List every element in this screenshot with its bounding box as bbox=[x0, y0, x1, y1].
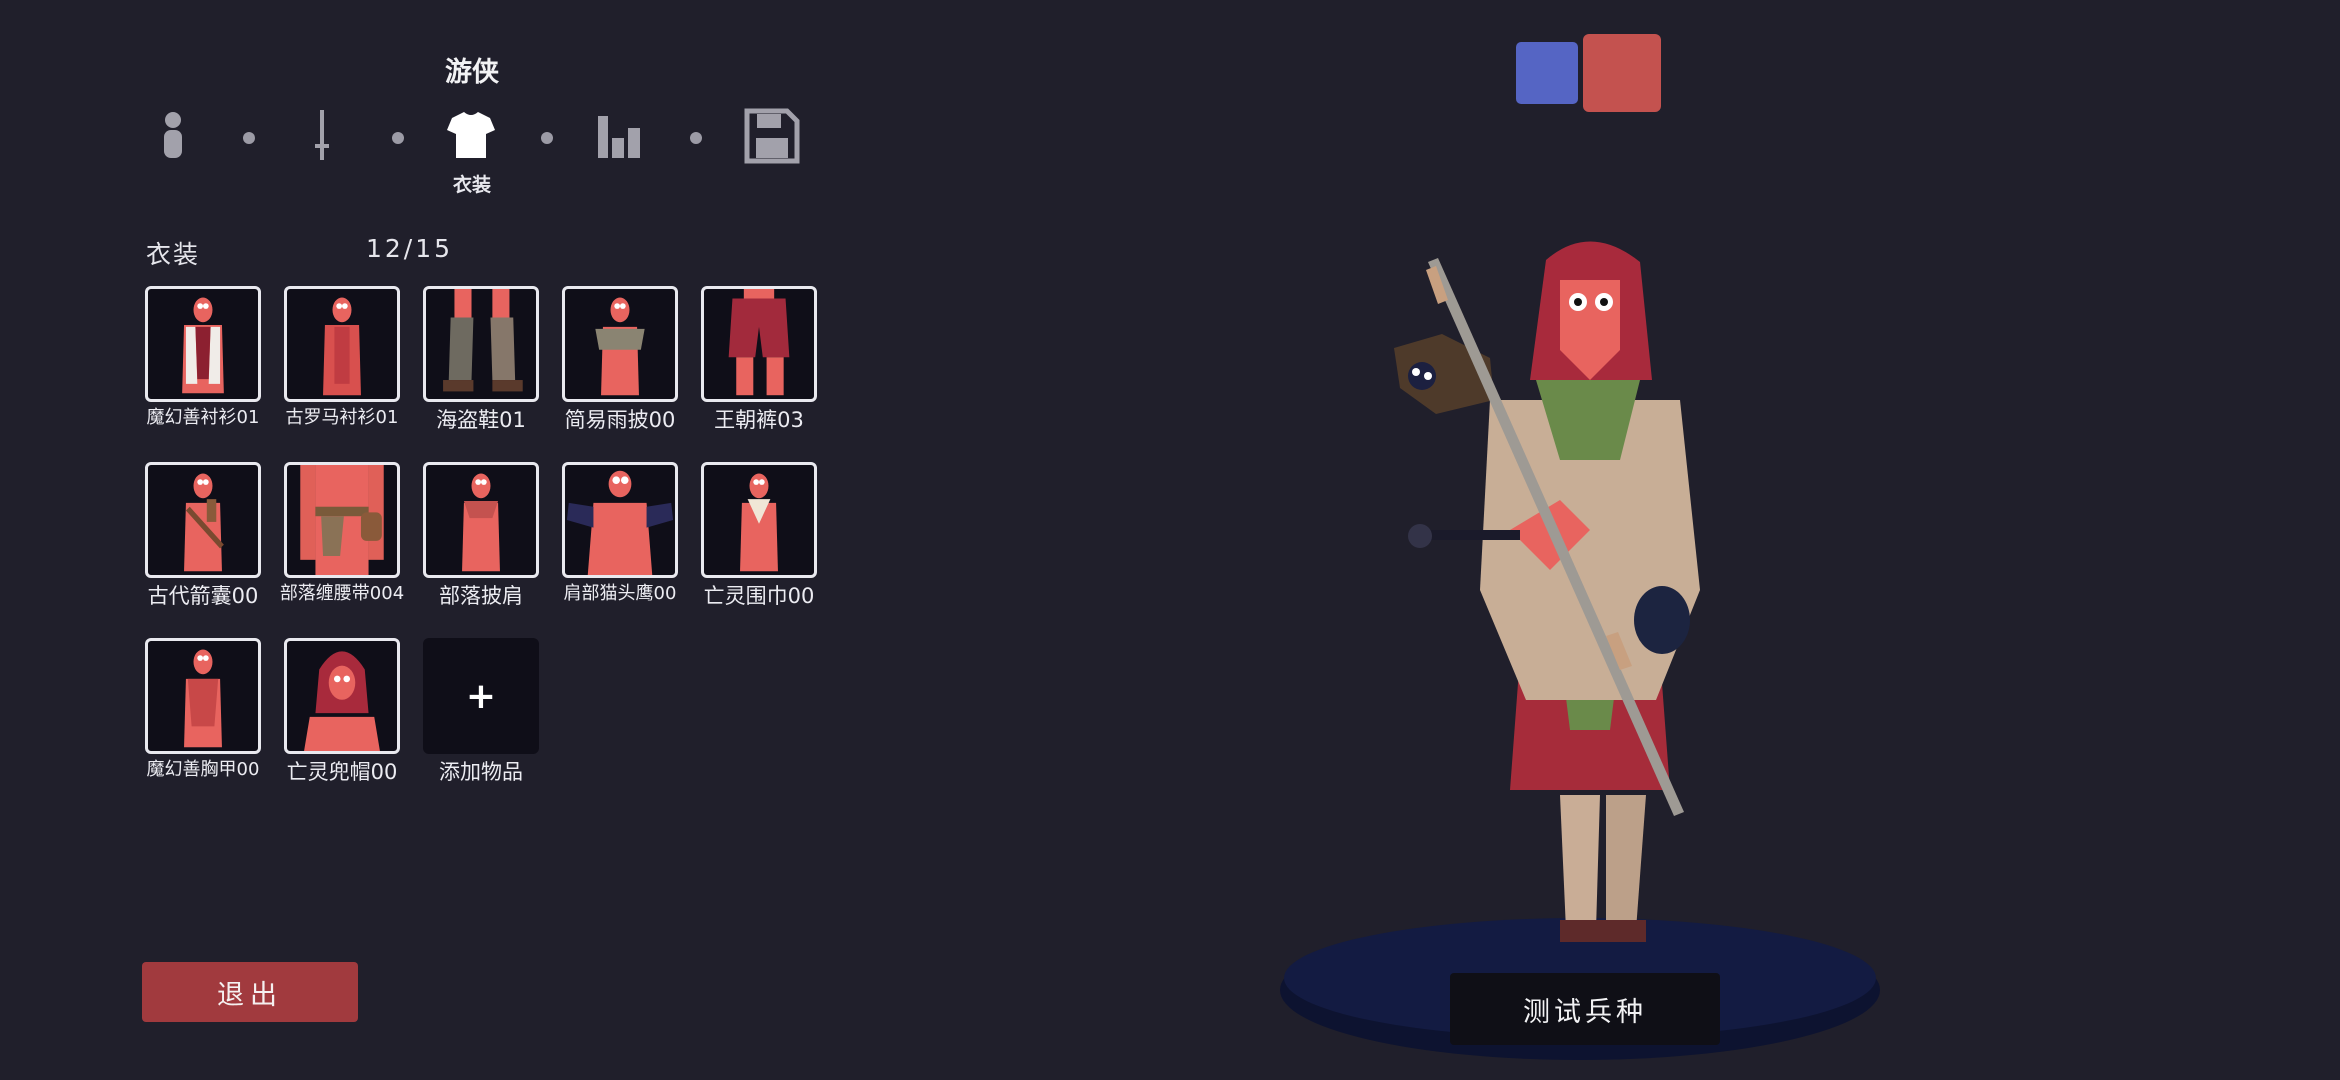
outfit-item[interactable]: 部落披肩 bbox=[423, 462, 539, 608]
item-thumbnail bbox=[145, 462, 261, 578]
outfit-item[interactable]: 古罗马衬衫01 bbox=[284, 286, 400, 429]
item-thumbnail bbox=[284, 462, 400, 578]
team-blue-swatch[interactable] bbox=[1516, 42, 1578, 104]
team-red-swatch[interactable] bbox=[1583, 34, 1661, 112]
item-label: 肩部猫头鹰00 bbox=[563, 583, 677, 604]
step-label-outfit: 衣装 bbox=[452, 174, 491, 196]
shirt-icon[interactable] bbox=[444, 108, 500, 164]
exit-button[interactable]: 退出 bbox=[142, 962, 358, 1022]
item-label: 海盗鞋01 bbox=[436, 408, 526, 432]
outfit-item[interactable]: 亡灵兜帽00 bbox=[284, 638, 400, 784]
outfit-item[interactable]: 简易雨披00 bbox=[562, 286, 678, 432]
unit-name-title: 游侠 bbox=[445, 57, 499, 88]
plus-icon[interactable]: + bbox=[423, 638, 539, 754]
item-thumbnail bbox=[145, 638, 261, 754]
unit-preview bbox=[1260, 230, 1900, 1080]
item-label: 古罗马衬衫01 bbox=[285, 407, 399, 428]
item-thumbnail bbox=[562, 462, 678, 578]
item-label: 魔幻善衬衫01 bbox=[146, 407, 260, 428]
item-thumbnail bbox=[145, 286, 261, 402]
outfit-item[interactable]: 亡灵围巾00 bbox=[701, 462, 817, 608]
item-label: 亡灵兜帽00 bbox=[286, 760, 398, 784]
add-item-label: 添加物品 bbox=[439, 760, 523, 784]
outfit-item[interactable]: 王朝裤03 bbox=[701, 286, 817, 432]
outfit-item[interactable]: 魔幻善衬衫01 bbox=[145, 286, 261, 429]
item-label: 亡灵围巾00 bbox=[703, 584, 815, 608]
item-thumbnail bbox=[562, 286, 678, 402]
unit-creator-screen: 游侠 衣装 衣装 12/15 魔幻善衬衫01 古罗马衬衫01 海盗鞋01 简易雨… bbox=[0, 0, 2340, 1080]
outfit-item[interactable]: 海盗鞋01 bbox=[423, 286, 539, 432]
item-count: 12/15 bbox=[366, 234, 454, 263]
test-unit-button[interactable]: 测试兵种 bbox=[1450, 973, 1720, 1045]
person-icon[interactable] bbox=[150, 108, 206, 164]
item-label: 王朝裤03 bbox=[714, 408, 804, 432]
sword-icon[interactable] bbox=[298, 108, 354, 164]
editor-step-bar: 衣装 bbox=[150, 108, 810, 198]
item-label: 古代箭囊00 bbox=[147, 584, 259, 608]
step-separator-dot bbox=[392, 132, 404, 144]
outfit-item[interactable]: 肩部猫头鹰00 bbox=[562, 462, 678, 605]
item-thumbnail bbox=[284, 286, 400, 402]
outfit-item[interactable]: 魔幻善胸甲00 bbox=[145, 638, 261, 781]
add-item-button[interactable]: + 添加物品 bbox=[423, 638, 539, 784]
outfit-item[interactable]: 部落缠腰带004 bbox=[280, 462, 404, 605]
step-separator-dot bbox=[243, 132, 255, 144]
section-title: 衣装 bbox=[146, 240, 201, 269]
item-thumbnail bbox=[284, 638, 400, 754]
item-thumbnail bbox=[701, 286, 817, 402]
item-label: 魔幻善胸甲00 bbox=[146, 759, 260, 780]
item-thumbnail bbox=[423, 462, 539, 578]
bar-chart-icon[interactable] bbox=[594, 108, 650, 164]
item-label: 部落披肩 bbox=[439, 584, 523, 608]
item-thumbnail bbox=[423, 286, 539, 402]
outfit-grid: 魔幻善衬衫01 古罗马衬衫01 海盗鞋01 简易雨披00 王朝裤03 古代箭囊0… bbox=[145, 286, 825, 806]
save-icon[interactable] bbox=[744, 108, 800, 164]
item-label: 简易雨披00 bbox=[564, 408, 676, 432]
unit-preview-figure bbox=[1280, 241, 1880, 1060]
item-thumbnail bbox=[701, 462, 817, 578]
outfit-item[interactable]: 古代箭囊00 bbox=[145, 462, 261, 608]
step-separator-dot bbox=[541, 132, 553, 144]
step-separator-dot bbox=[690, 132, 702, 144]
item-label: 部落缠腰带004 bbox=[279, 583, 405, 604]
